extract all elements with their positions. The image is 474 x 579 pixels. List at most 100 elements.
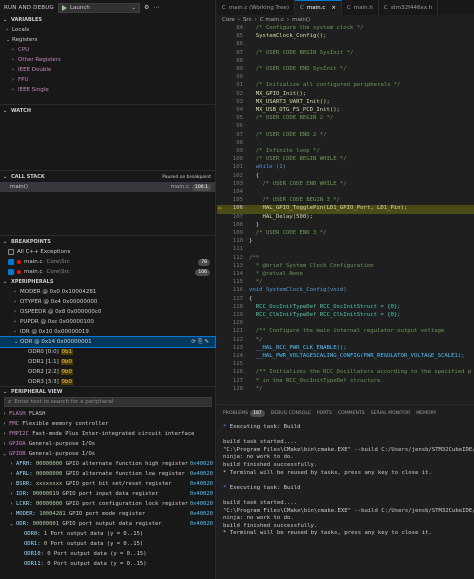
xperiph-field[interactable]: ODR1 [1:1] 0b0 — [0, 357, 215, 367]
tab-problems[interactable]: PROBLEMS — [223, 411, 248, 416]
more-icon[interactable]: ⋯ — [153, 4, 159, 11]
line-number: 124 — [232, 353, 243, 359]
tab-main-c[interactable]: Cmain.c × — [295, 0, 343, 15]
field-name: ODR11: — [24, 561, 44, 567]
peripheral-field[interactable]: ODR10: 0 Port output data (y = 0..15) — [0, 549, 215, 559]
row-actions-icon[interactable]: ⟳⎘✎ — [191, 339, 211, 346]
xperiph-row[interactable]: › IDR @ 0x10 0x00000019 — [0, 327, 215, 337]
breakpoint-item[interactable]: main.c Core\Src 78 — [8, 257, 214, 267]
chevron-down-icon[interactable]: ⌄ — [131, 5, 136, 11]
watch-header[interactable]: ⌄ WATCH — [0, 106, 31, 116]
line-number: 102 — [232, 172, 243, 179]
registers-node[interactable]: ⌄ Registers — [0, 35, 215, 45]
xperipherals-header[interactable]: ⌄ XPERIPHERALS — [0, 277, 53, 287]
peripheral-group[interactable]: ⌄ GPIOB General-purpose I/Os — [0, 449, 215, 459]
field-value: 0 — [47, 551, 51, 557]
line-number: 110 — [232, 238, 243, 245]
code-line: 125 — [217, 361, 474, 369]
peripheral-field[interactable]: ODR0: 1 Port output data (y = 0..15) — [0, 529, 215, 539]
field-desc: Port output data (y = 0..15) — [50, 541, 144, 547]
tab-serial-monitor[interactable]: SERIAL MONITOR — [371, 411, 411, 416]
reg-desc: GPIO port output data register — [62, 521, 162, 527]
callstack-frame[interactable]: main() main.c 106:1 — [0, 182, 215, 192]
code-editor[interactable]: 84 /* Configure the system clock */85 Sy… — [217, 25, 474, 402]
peripheral-register[interactable]: › IDR: 00000019 GPIO port input data regi… — [0, 489, 215, 499]
xperiph-row[interactable]: › PUPDR @ 0xc 0x00000100 — [0, 317, 215, 327]
line-number: 91 — [236, 82, 243, 89]
register-group[interactable]: › FPU — [0, 75, 215, 85]
peripheral-register[interactable]: › AFRL: 00000000 GPIO alternate function … — [0, 469, 215, 479]
watch-title: WATCH — [11, 108, 32, 114]
register-group[interactable]: › Other Registers — [0, 55, 215, 65]
line-number: 99 — [236, 148, 243, 154]
breakpoints-header[interactable]: ⌄ BREAKPOINTS — [0, 237, 51, 247]
checkbox-checked-icon[interactable] — [8, 259, 14, 265]
xperiph-row-selected[interactable]: ⌄ ODR @ 0x14 0x00000001 ⟳⎘✎ — [0, 336, 216, 348]
code-line: 102 { — [217, 173, 474, 181]
breakpoint-item[interactable]: All C++ Exceptions — [8, 247, 214, 257]
line-number: 128 — [232, 385, 243, 392]
peripheral-group[interactable]: › FMC Flexible memory controller — [0, 419, 215, 429]
code-line: 90 — [217, 74, 474, 82]
start-debug-icon[interactable] — [61, 4, 67, 11]
register-group[interactable]: › IEEE Double — [0, 65, 215, 75]
tab-ports[interactable]: PORTS — [317, 411, 332, 416]
xperiph-field[interactable]: ODR0 [0:0] 0b1 — [0, 347, 215, 357]
h-file-icon: C — [347, 4, 351, 11]
terminal-output[interactable]: * Executing task: Build build task starte… — [217, 424, 474, 579]
peripheral-field[interactable]: ODR11: 0 Port output data (y = 0..15) — [0, 559, 215, 569]
callstack-header[interactable]: ⌄ CALL STACK Paused on breakpoint — [0, 172, 215, 182]
line-number: 88 — [236, 57, 243, 64]
tab-comments[interactable]: COMMENTS — [338, 411, 365, 416]
close-icon[interactable]: × — [331, 5, 336, 11]
peripheral-group[interactable]: › FLASH FLASH — [0, 409, 215, 419]
xperiph-name: OTYPER — [20, 299, 42, 305]
gear-icon[interactable]: ⚙ — [144, 4, 149, 11]
code-text: __HAL_PWR_VOLTAGESCALING_CONFIG(PWR_REGU… — [249, 353, 465, 359]
checkbox-checked-icon[interactable] — [8, 269, 14, 275]
launch-config-select[interactable]: Launch ⌄ — [57, 2, 140, 13]
terminal-text: ninja: no work to do. — [223, 454, 294, 461]
breadcrumb-item[interactable]: main() — [292, 17, 310, 23]
xperiph-field[interactable]: ODR2 [2:2] 0b0 — [0, 367, 215, 377]
tab-debug-console[interactable]: DEBUG CONSOLE — [271, 411, 311, 416]
code-line: 118 RCC_OscInitTypeDef RCC_OscInitStruct… — [217, 304, 474, 312]
tab-main-working-tree[interactable]: Cmain.c (Working Tree) — [217, 0, 296, 15]
checkbox-icon[interactable] — [8, 249, 14, 255]
breadcrumb-item[interactable]: Core — [222, 17, 235, 23]
register-group[interactable]: › CPU — [0, 45, 215, 55]
line-number: 118 — [232, 303, 243, 310]
peripheral-register[interactable]: › LCKR: 00000000 GPIO port configuration … — [0, 499, 215, 509]
peripheral-register[interactable]: › BSRR: xxxxxxxx GPIO port bit set/reset … — [0, 479, 215, 489]
code-line: 103 /* USER CODE END WHILE */ — [217, 181, 474, 189]
peripheral-register[interactable]: › AFRH: 00000000 GPIO alternate function … — [0, 459, 215, 469]
peripheral-search-input[interactable]: ⌕ Enter text to search for a peripheral — [4, 397, 212, 407]
peripheral-register[interactable]: ⌄ ODR: 00000001 GPIO port output data reg… — [0, 519, 215, 529]
code-text: HAL_GPIO_TogglePin(LD1_GPIO_Port, LD1_Pi… — [249, 205, 408, 212]
peripheral-group[interactable]: › FMPI2C Fast-mode Plus Inter-integrated … — [0, 429, 215, 439]
line-number: 95 — [236, 115, 243, 122]
variables-header[interactable]: ⌄ VARIABLES — [0, 15, 215, 25]
breakpoint-item[interactable]: main.c Core\Src 106 — [8, 267, 214, 277]
peripheral-register[interactable]: › MODER: 10004281 GPIO port mode register… — [0, 509, 215, 519]
tab-stm32f446xx-h[interactable]: Cstm32f446xx.h — [379, 0, 439, 15]
locals-node[interactable]: › Locals — [0, 25, 215, 35]
register-group[interactable]: › IEEE Single — [0, 85, 215, 95]
code-line: 114 * @retval None — [217, 271, 474, 279]
field-name: ODR0: — [24, 531, 41, 537]
code-text: */ — [249, 336, 263, 343]
peripheral-group[interactable]: › GPIOA General-purpose I/Os — [0, 439, 215, 449]
tab-main-h[interactable]: Cmain.h — [342, 0, 379, 15]
code-text: void SystemClock_Config(void) — [249, 287, 347, 294]
code-text: /** — [249, 254, 260, 261]
breadcrumb-item[interactable]: Src — [243, 17, 252, 23]
peripheral-view-header[interactable]: ⌄ PERIPHERAL VIEW — [0, 387, 62, 397]
reg-addr: 0x40020 — [189, 521, 213, 527]
terminal-line: build task started.... — [223, 500, 474, 508]
peripheral-field[interactable]: ODR1: 0 Port output data (y = 0..15) — [0, 539, 215, 549]
tab-memory[interactable]: MEMORY — [416, 411, 436, 416]
xperiph-row[interactable]: › OSPEEDR @ 0x8 0x000000c0 — [0, 307, 215, 317]
xperiph-row[interactable]: › OTYPER @ 0x4 0x00000000 — [0, 297, 215, 307]
breadcrumb-item[interactable]: C main.c — [260, 17, 284, 23]
xperiph-row[interactable]: › MODER @ 0x0 0x10004281 — [0, 287, 215, 297]
